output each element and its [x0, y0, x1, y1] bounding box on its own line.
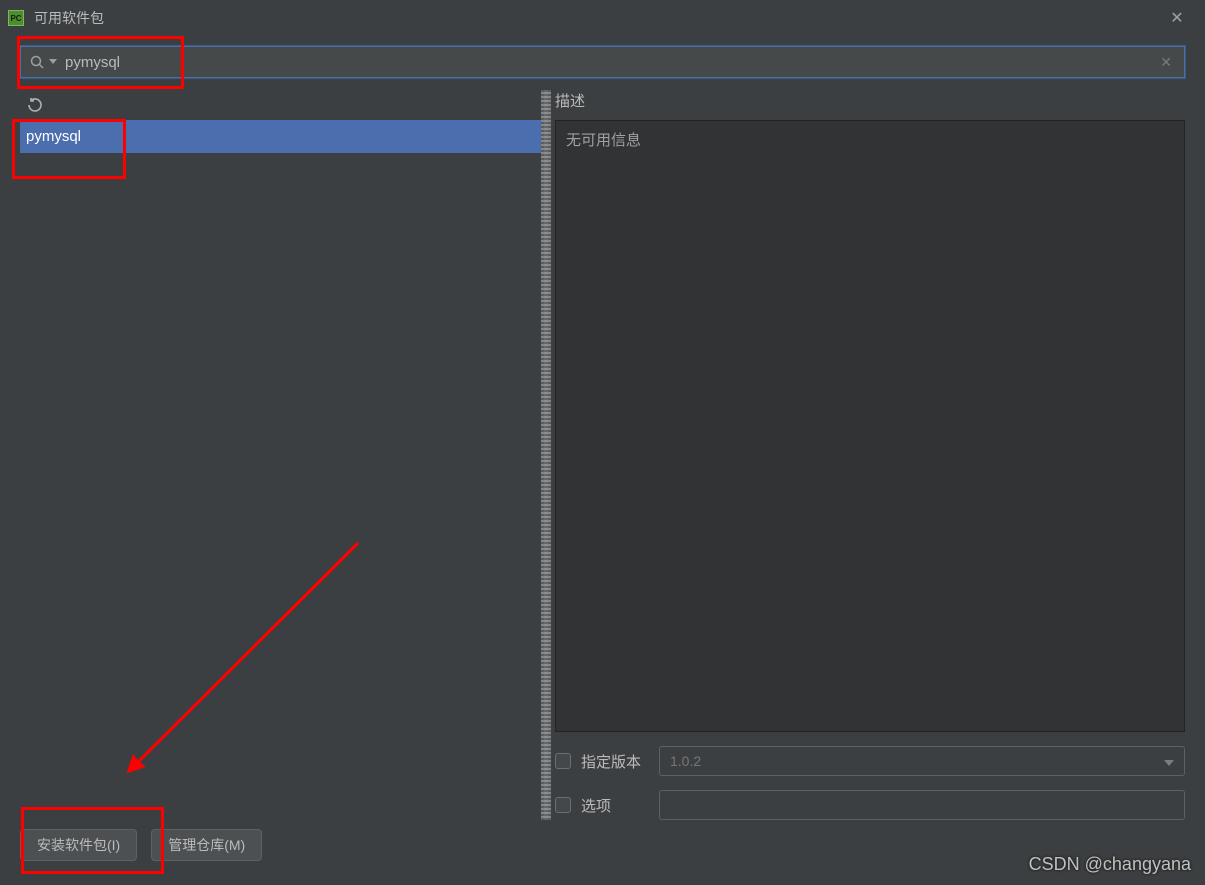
- specify-version-label: 指定版本: [581, 751, 659, 772]
- install-package-button[interactable]: 安装软件包(I): [20, 829, 137, 861]
- manage-repositories-button[interactable]: 管理仓库(M): [151, 829, 262, 861]
- search-bar[interactable]: ✕: [20, 46, 1185, 78]
- package-list[interactable]: pymysql: [20, 120, 541, 820]
- install-package-button-label: 安装软件包(I): [37, 835, 120, 855]
- package-list-toolbar: [20, 90, 541, 120]
- manage-repositories-button-label: 管理仓库(M): [168, 835, 245, 855]
- specify-version-row: 指定版本 1.0.2: [555, 746, 1185, 776]
- version-select-value: 1.0.2: [670, 753, 701, 769]
- package-detail-panel: 描述 无可用信息 指定版本 1.0.2 选项: [551, 90, 1185, 820]
- pycharm-app-icon: PC: [8, 10, 24, 26]
- description-body: 无可用信息: [555, 120, 1185, 732]
- version-select[interactable]: 1.0.2: [659, 746, 1185, 776]
- package-list-item[interactable]: pymysql: [20, 120, 541, 153]
- description-heading: 描述: [555, 90, 1185, 112]
- titlebar: PC 可用软件包 ✕: [0, 0, 1205, 36]
- bottom-bar: 安装软件包(I) 管理仓库(M): [20, 825, 1185, 865]
- search-clear-button[interactable]: ✕: [1156, 54, 1176, 71]
- options-checkbox[interactable]: [555, 797, 571, 813]
- close-icon: ✕: [1170, 8, 1183, 28]
- specify-version-checkbox[interactable]: [555, 753, 571, 769]
- close-button[interactable]: ✕: [1157, 3, 1197, 33]
- splitter-handle[interactable]: [541, 90, 551, 820]
- options-row: 选项: [555, 790, 1185, 820]
- search-input[interactable]: [65, 54, 1156, 71]
- package-list-panel: pymysql: [20, 90, 541, 820]
- package-name-label: pymysql: [26, 128, 81, 145]
- window-title: 可用软件包: [34, 8, 1157, 28]
- refresh-icon[interactable]: [26, 96, 44, 114]
- chevron-down-icon: [1164, 753, 1174, 769]
- search-dropdown-caret-icon[interactable]: [49, 58, 57, 66]
- options-label: 选项: [581, 795, 659, 816]
- search-icon: [29, 54, 45, 70]
- options-input[interactable]: [659, 790, 1185, 820]
- content-area: pymysql 描述 无可用信息 指定版本 1.0.2 选项: [20, 90, 1185, 820]
